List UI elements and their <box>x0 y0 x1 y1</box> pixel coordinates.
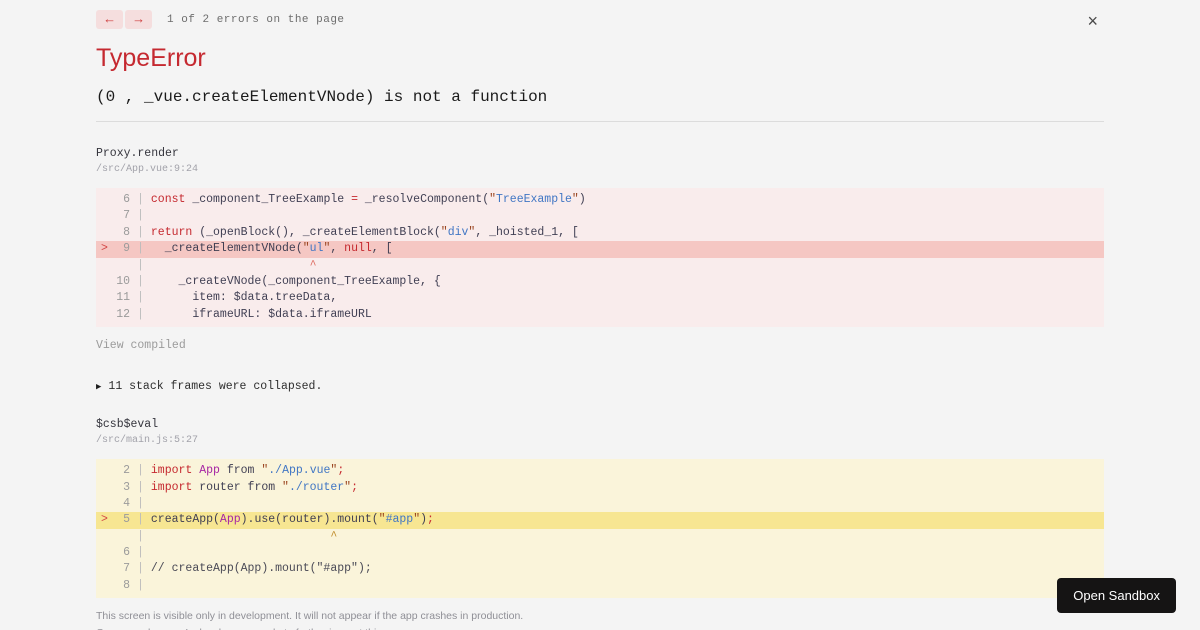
frame-location: /src/main.js:5:27 <box>96 435 199 447</box>
stack-frame-proxy-render: Proxy.render /src/App.vue:9:24 6 | const _… <box>96 147 1104 353</box>
code-line: 7 | <box>123 209 144 223</box>
code-line: 3 | import router from "./router"; <box>123 480 358 494</box>
frame-location: /src/App.vue:9:24 <box>96 164 199 175</box>
code-frame-app-vue: 6 | const _component_TreeExample = _resolv… <box>96 188 1104 328</box>
error-counter: 1 of 2 errors on the page <box>167 13 345 26</box>
close-button[interactable]: × <box>1087 12 1098 30</box>
frame-function-name: Proxy.render <box>96 147 179 160</box>
code-caret-line: | ^ <box>137 529 338 543</box>
stack-frame-csb-eval: $csb$eval /src/main.js:5:27 2 | import App… <box>96 418 1104 599</box>
footer-note-line: This screen is visible only in developme… <box>96 610 524 623</box>
next-error-button[interactable]: → <box>125 10 152 29</box>
code-line: >5 | createApp(App).use(router).mount("#ap… <box>96 512 1104 529</box>
code-line: 6 | <box>123 546 144 560</box>
frame-function-name: $csb$eval <box>96 418 159 432</box>
code-caret-line: | ^ <box>137 258 317 272</box>
code-line: >9 | _createElementVNode("ul", null, [ <box>96 241 1104 258</box>
collapsed-frames-label: 11 stack frames were collapsed. <box>108 380 323 394</box>
code-line: 4 | <box>123 496 144 510</box>
triangle-right-icon: ▶ <box>96 382 102 393</box>
code-line: 7 |// createApp(App).mount("#app"); <box>123 562 372 576</box>
footer-note-line: Open your browser’s developer console to… <box>96 625 1104 630</box>
previous-error-button[interactable]: ← <box>96 10 123 29</box>
arrow-left-icon: ← <box>105 12 114 27</box>
divider <box>96 121 1104 122</box>
close-icon: × <box>1087 11 1098 31</box>
code-line: 2 | import App from "./App.vue"; <box>123 464 345 478</box>
error-overlay: ← → 1 of 2 errors on the page × TypeErro… <box>0 0 1200 630</box>
footer-notes: This screen is visible only in developme… <box>96 608 1104 630</box>
code-line: 8 | <box>123 578 144 592</box>
open-sandbox-button[interactable]: Open Sandbox <box>1057 578 1176 613</box>
error-type-title: TypeError <box>96 44 206 72</box>
code-line: 10 | _createVNode(_component_TreeExample,… <box>116 274 441 288</box>
code-frame-main-js: 2 | import App from "./App.vue"; 3 | import … <box>96 459 1104 599</box>
view-compiled-link[interactable]: View compiled <box>96 339 186 352</box>
code-line: 11 | item: $data.treeData, <box>116 291 338 305</box>
code-line: 12 | iframeURL: $data.iframeURL <box>116 307 372 321</box>
collapsed-frames-toggle[interactable]: ▶ 11 stack frames were collapsed. <box>96 380 1104 393</box>
arrow-right-icon: → <box>134 12 143 27</box>
code-line: 8 | return (_openBlock(), _createElementBl… <box>123 225 579 239</box>
error-message: (0 , _vue.createElementVNode) is not a f… <box>96 88 548 106</box>
code-line: 6 | const _component_TreeExample = _resolv… <box>123 193 586 206</box>
error-navbar: ← → 1 of 2 errors on the page <box>96 0 1104 29</box>
